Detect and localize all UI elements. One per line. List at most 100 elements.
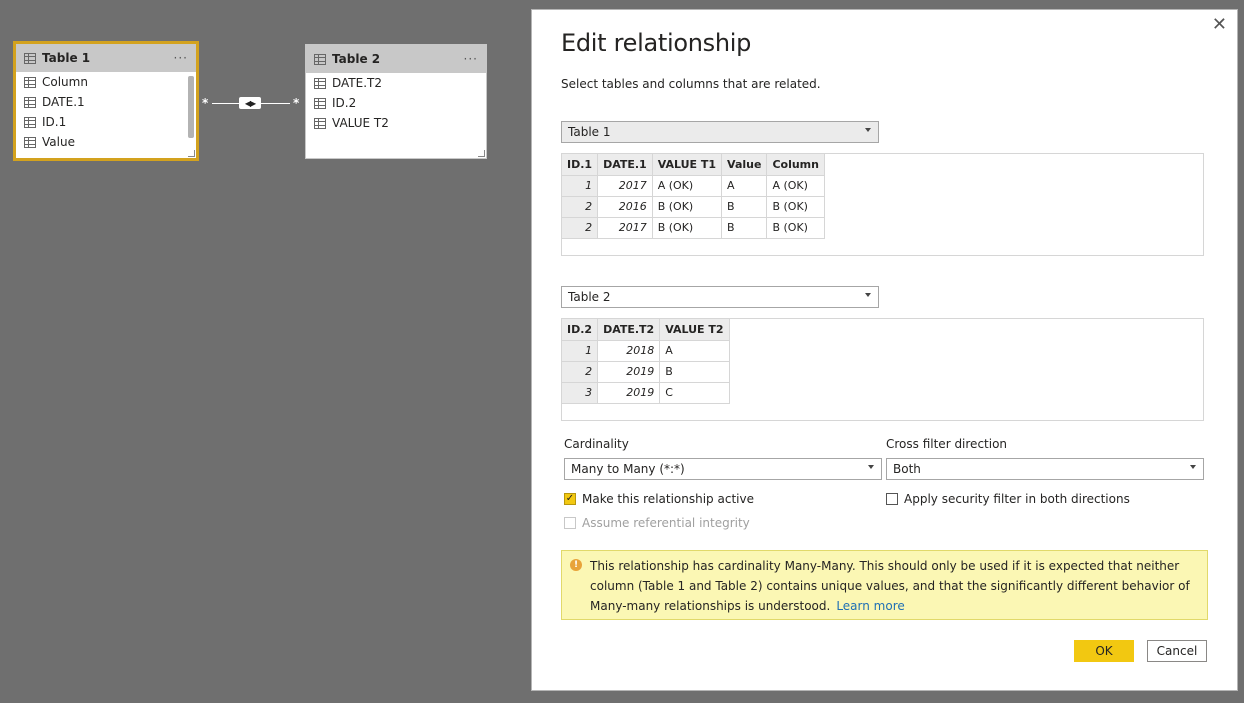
field-label: DATE.1 [42, 95, 85, 109]
chevron-down-icon [865, 293, 871, 297]
table-cell: A (OK) [766, 174, 825, 197]
cross-filter-select[interactable]: Both [886, 458, 1204, 480]
left-cardinality-star: * [202, 96, 209, 110]
table1-field[interactable]: Value [16, 132, 196, 152]
column-header: DATE.1 [597, 154, 653, 176]
table-cell: B [721, 216, 768, 239]
table2-field[interactable]: ID.2 [306, 93, 486, 113]
column-header: Value [721, 154, 768, 176]
table2-preview-grid: ID.2 DATE.T2 VALUE T2 1 2018 A 2 2019 B 3 2019 C [562, 319, 730, 404]
table2-card-title: Table 2 [332, 52, 381, 66]
table-cell: B [721, 195, 768, 218]
table-cell: 2 [562, 216, 599, 239]
table-cell: 1 [562, 174, 599, 197]
table1-select[interactable]: Table 1 [561, 121, 879, 143]
edit-relationship-dialog: ✕ Edit relationship Select tables and co… [531, 9, 1238, 691]
resize-grip-icon[interactable] [188, 150, 195, 157]
table-cell: A (OK) [651, 174, 723, 197]
cardinality-label: Cardinality [564, 437, 629, 451]
table-cell: B (OK) [766, 216, 825, 239]
table-cell: 2018 [597, 339, 661, 362]
column-header: DATE.T2 [597, 319, 661, 341]
cancel-button[interactable]: Cancel [1147, 640, 1207, 662]
column-icon [314, 97, 326, 109]
table-cell: 3 [562, 381, 599, 404]
table-cell: 2017 [597, 174, 653, 197]
table1-field[interactable]: DATE.1 [16, 92, 196, 112]
cross-filter-both-icon[interactable]: ◀▶ [239, 97, 261, 109]
column-icon [314, 117, 326, 129]
field-label: VALUE T2 [332, 116, 389, 130]
column-icon [24, 76, 36, 88]
table-cell: 2019 [597, 360, 661, 383]
field-label: ID.2 [332, 96, 357, 110]
ok-button[interactable]: OK [1074, 640, 1134, 662]
column-header: ID.1 [562, 154, 599, 176]
table2-select-value: Table 2 [568, 290, 611, 304]
dialog-title: Edit relationship [561, 29, 752, 57]
more-options-icon[interactable]: ··· [174, 51, 188, 65]
table-cell: B [659, 360, 730, 383]
table-cell: B (OK) [651, 195, 723, 218]
chevron-down-icon [865, 128, 871, 132]
table1-card-header[interactable]: Table 1 ··· [16, 44, 196, 72]
more-options-icon[interactable]: ··· [464, 52, 478, 66]
table2-field[interactable]: DATE.T2 [306, 73, 486, 93]
chevron-down-icon [1190, 465, 1196, 469]
table-icon [24, 52, 36, 64]
table-row: 2 2017 B (OK) B B (OK) [562, 216, 825, 239]
security-filter-checkbox[interactable] [886, 493, 898, 505]
referential-integrity-option: Assume referential integrity [564, 516, 750, 530]
warning-icon: ! [570, 559, 582, 571]
table-cell: B (OK) [766, 195, 825, 218]
column-icon [24, 136, 36, 148]
table-cell: 2 [562, 360, 599, 383]
table-cell: 1 [562, 339, 599, 362]
table1-preview: ID.1 DATE.1 VALUE T1 Value Column 1 2017 A (OK… [561, 153, 1204, 256]
table2-card-header[interactable]: Table 2 ··· [306, 45, 486, 73]
resize-grip-icon[interactable] [478, 150, 485, 157]
table-cell: 2016 [597, 195, 653, 218]
column-header: VALUE T1 [651, 154, 723, 176]
table-cell: 2019 [597, 381, 661, 404]
table-cell: C [659, 381, 730, 404]
table1-card[interactable]: Table 1 ··· Column DATE.1 ID.1 Value [13, 41, 199, 161]
column-icon [24, 96, 36, 108]
table2-preview: ID.2 DATE.T2 VALUE T2 1 2018 A 2 2019 B 3 2019 C [561, 318, 1204, 421]
table-row: 1 2017 A (OK) A A (OK) [562, 174, 825, 197]
right-cardinality-star: * [293, 96, 300, 110]
table1-field[interactable]: Column [16, 72, 196, 92]
table-row: 2 2016 B (OK) B B (OK) [562, 195, 825, 218]
learn-more-link[interactable]: Learn more [836, 599, 904, 613]
table1-scrollbar[interactable] [188, 76, 194, 138]
table1-card-title: Table 1 [42, 51, 91, 65]
make-active-label: Make this relationship active [582, 492, 754, 506]
cardinality-select[interactable]: Many to Many (*:*) [564, 458, 882, 480]
column-icon [314, 77, 326, 89]
table1-field[interactable]: ID.1 [16, 112, 196, 132]
table-icon [314, 53, 326, 65]
table1-select-value: Table 1 [568, 125, 611, 139]
make-active-option[interactable]: ✓ Make this relationship active [564, 492, 754, 506]
close-icon[interactable]: ✕ [1212, 14, 1227, 35]
table2-select[interactable]: Table 2 [561, 286, 879, 308]
table-cell: B (OK) [651, 216, 723, 239]
field-label: DATE.T2 [332, 76, 382, 90]
table2-card[interactable]: Table 2 ··· DATE.T2 ID.2 VALUE T2 [305, 44, 487, 159]
field-label: ID.1 [42, 115, 67, 129]
chevron-down-icon [868, 465, 874, 469]
column-header: VALUE T2 [659, 319, 730, 341]
make-active-checkbox[interactable]: ✓ [564, 493, 576, 505]
table-cell: 2017 [597, 216, 653, 239]
referential-integrity-label: Assume referential integrity [582, 516, 750, 530]
table-row: 2 2019 B [562, 360, 730, 383]
dialog-subtitle: Select tables and columns that are relat… [561, 77, 821, 91]
column-icon [24, 116, 36, 128]
cross-filter-select-value: Both [893, 462, 921, 476]
security-filter-option[interactable]: Apply security filter in both directions [886, 492, 1130, 506]
field-label: Column [42, 75, 88, 89]
table2-field[interactable]: VALUE T2 [306, 113, 486, 133]
column-header: Column [766, 154, 825, 176]
table-row: 1 2018 A [562, 339, 730, 362]
field-label: Value [42, 135, 75, 149]
